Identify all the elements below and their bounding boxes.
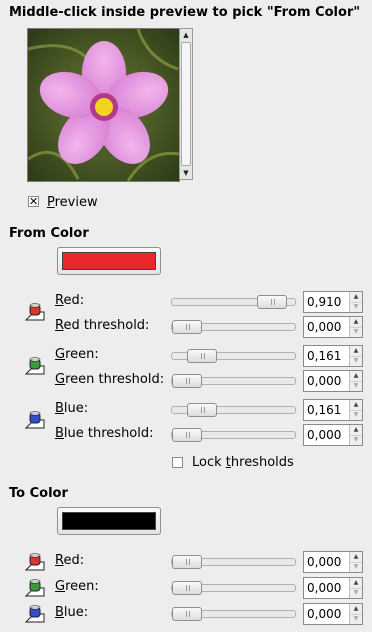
from-color-button[interactable] [57, 247, 161, 275]
spin-down-icon[interactable]: ▼ [350, 588, 362, 598]
spin-down-icon[interactable]: ▼ [350, 614, 362, 624]
to-color-swatch [62, 512, 156, 530]
preview-scrollbar[interactable]: ▲ ▼ [179, 28, 193, 180]
channel-slider[interactable] [171, 428, 296, 442]
spin-value[interactable]: 0,000 [307, 428, 341, 442]
channel-spinbutton[interactable]: 0,161 ▲ ▼ [303, 345, 363, 367]
from-color-swatch [62, 252, 156, 270]
to-color-button[interactable] [57, 507, 161, 535]
channel-slider[interactable] [171, 320, 296, 334]
channel-label: Red: [55, 293, 85, 308]
red-channel-icon [24, 550, 46, 572]
instruction-label: Middle-click inside preview to pick "Fro… [9, 5, 361, 20]
channel-label: Red: [55, 553, 85, 568]
lock-thresholds-label[interactable]: Lock thresholds [192, 455, 294, 470]
green-channel-icon [24, 354, 46, 376]
slider-handle[interactable] [172, 607, 202, 621]
slider-handle[interactable] [187, 403, 217, 417]
preview-image[interactable] [27, 28, 180, 182]
channel-slider[interactable] [171, 349, 296, 363]
spin-down-icon[interactable]: ▼ [350, 410, 362, 420]
channel-spinbutton[interactable]: 0,000 ▲ ▼ [303, 577, 363, 599]
spin-down-icon[interactable]: ▼ [350, 327, 362, 337]
channel-slider[interactable] [171, 607, 296, 621]
scroll-up-icon[interactable]: ▲ [180, 29, 192, 41]
spin-value[interactable]: 0,000 [307, 581, 341, 595]
red-channel-icon [24, 300, 46, 322]
channel-slider[interactable] [171, 295, 296, 309]
spin-down-icon[interactable]: ▼ [350, 435, 362, 445]
channel-label: Blue: [55, 401, 89, 416]
lock-thresholds-checkbox[interactable] [172, 457, 183, 468]
slider-handle[interactable] [172, 374, 202, 388]
spin-value[interactable]: 0,161 [307, 403, 341, 417]
channel-slider[interactable] [171, 374, 296, 388]
spin-value[interactable]: 0,000 [307, 320, 341, 334]
slider-handle[interactable] [172, 428, 202, 442]
spin-down-icon[interactable]: ▼ [350, 302, 362, 312]
slider-handle[interactable] [187, 349, 217, 363]
slider-handle[interactable] [257, 295, 287, 309]
to-color-heading: To Color [9, 486, 68, 501]
channel-slider[interactable] [171, 581, 296, 595]
scroll-down-icon[interactable]: ▼ [180, 167, 192, 179]
green-channel-icon [24, 576, 46, 598]
slider-handle[interactable] [172, 320, 202, 334]
spin-value[interactable]: 0,000 [307, 555, 341, 569]
channel-label: Green threshold: [55, 372, 165, 387]
spin-value[interactable]: 0,000 [307, 607, 341, 621]
channel-label: Green: [55, 347, 99, 362]
channel-spinbutton[interactable]: 0,000 ▲ ▼ [303, 551, 363, 573]
spin-down-icon[interactable]: ▼ [350, 356, 362, 366]
spin-down-icon[interactable]: ▼ [350, 562, 362, 572]
scroll-thumb[interactable] [181, 42, 191, 166]
channel-spinbutton[interactable]: 0,000 ▲ ▼ [303, 370, 363, 392]
preview-checkbox[interactable]: ✕ [28, 196, 39, 207]
channel-label: Red threshold: [55, 318, 150, 333]
spin-value[interactable]: 0,910 [307, 295, 341, 309]
spin-down-icon[interactable]: ▼ [350, 381, 362, 391]
channel-label: Green: [55, 579, 99, 594]
slider-handle[interactable] [172, 555, 202, 569]
channel-spinbutton[interactable]: 0,000 ▲ ▼ [303, 424, 363, 446]
spin-value[interactable]: 0,000 [307, 374, 341, 388]
from-color-heading: From Color [9, 226, 89, 241]
channel-label: Blue threshold: [55, 426, 154, 441]
channel-spinbutton[interactable]: 0,000 ▲ ▼ [303, 603, 363, 625]
channel-slider[interactable] [171, 555, 296, 569]
blue-channel-icon [24, 408, 46, 430]
channel-spinbutton[interactable]: 0,000 ▲ ▼ [303, 316, 363, 338]
channel-spinbutton[interactable]: 0,161 ▲ ▼ [303, 399, 363, 421]
channel-spinbutton[interactable]: 0,910 ▲ ▼ [303, 291, 363, 313]
spin-value[interactable]: 0,161 [307, 349, 341, 363]
channel-slider[interactable] [171, 403, 296, 417]
preview-label[interactable]: Preview [47, 195, 98, 210]
channel-label: Blue: [55, 605, 89, 620]
slider-handle[interactable] [172, 581, 202, 595]
blue-channel-icon [24, 602, 46, 624]
